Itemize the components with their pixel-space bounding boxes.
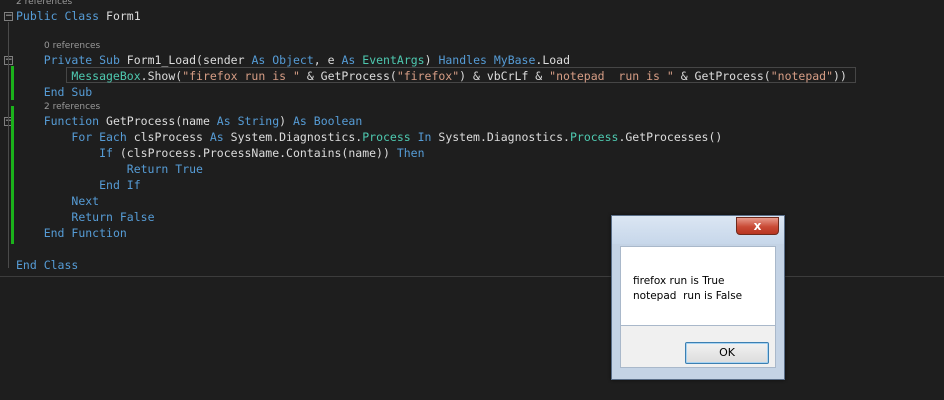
identifier: Form1_Load(sender [119,53,252,67]
text: , e [313,53,342,67]
text [487,53,494,67]
dialog-message-area: firefox run is True notepad run is False [620,246,776,326]
keyword: As [209,130,224,144]
text: ) & vbCrLf & [459,69,550,83]
change-indicator [11,106,14,244]
code-line-return-true[interactable]: Return True [16,161,203,177]
text: )) [833,69,847,83]
code-line-end-sub[interactable]: End Sub [16,84,92,100]
string-literal: "notepad run is " [549,69,674,83]
message-box-dialog: x firefox run is True notepad run is Fal… [611,215,785,380]
divider [0,276,944,277]
code-line-sub[interactable]: Private Sub Form1_Load(sender As Object,… [16,52,570,68]
keyword: Public Class [16,9,100,23]
keyword: End Function [43,226,127,240]
keyword: As [216,114,231,128]
code-line-next[interactable]: Next [16,193,99,209]
text [113,210,120,224]
text [307,114,314,128]
string-literal: "firefox run is " [182,69,300,83]
type-name: MessageBox [71,69,141,83]
keyword: Return [126,162,169,176]
keyword: If [99,146,113,160]
text: & GetProcess( [299,69,397,83]
keyword: String [237,114,280,128]
code-line-return-false[interactable]: Return False [16,209,155,225]
dialog-title-bar[interactable]: x [612,216,784,244]
identifier: GetProcess(name [99,114,217,128]
text [411,130,418,144]
keyword: End Sub [43,85,93,99]
text: clsProcess [126,130,210,144]
keyword: Boolean [313,114,363,128]
outline-guide [8,22,9,268]
keyword: Return [71,210,113,224]
keyword: Object [272,53,314,67]
keyword: As [341,53,356,67]
text: (clsProcess.ProcessName.Contains(name)) [112,146,397,160]
type-name: EventArgs [362,53,425,67]
ok-button[interactable]: OK [685,342,769,364]
text: & GetProcess( [673,69,771,83]
message-line-1: firefox run is True [633,275,725,287]
code-line-messagebox[interactable]: MessageBox.Show("firefox run is " & GetP… [16,68,847,84]
keyword: End If [99,178,141,192]
close-icon: x [753,219,762,233]
text: .Show( [140,69,183,83]
text: ) [279,114,293,128]
string-literal: "firefox" [396,69,460,83]
keyword: True [175,162,203,176]
keyword: End Class [16,258,79,272]
outline-guide [8,66,9,96]
string-literal: "notepad" [770,69,834,83]
keyword: MyBase [493,53,536,67]
text: ) [424,53,439,67]
keyword: Handles [438,53,487,67]
collapse-class-icon[interactable]: − [4,12,13,21]
keyword: Then [396,146,425,160]
code-line-class[interactable]: Public Class Form1 [16,8,141,24]
keyword: In [417,130,432,144]
change-indicator [11,66,14,100]
identifier: Form1 [99,9,141,23]
code-line-if[interactable]: If (clsProcess.ProcessName.Contains(name… [16,145,425,161]
close-button[interactable]: x [736,217,779,235]
keyword: Next [71,194,100,208]
type-name: Process [362,130,411,144]
text: System.Diagnostics. [223,130,363,144]
keyword: For Each [71,130,127,144]
dialog-button-area: OK [620,326,776,368]
keyword: As [293,114,307,128]
code-line-end-function[interactable]: End Function [16,225,127,241]
code-line-function[interactable]: Function GetProcess(name As String) As B… [16,113,363,129]
keyword: Function [43,114,100,128]
code-line-end-class[interactable]: End Class [16,257,78,273]
keyword: Private Sub [43,53,120,67]
code-editor[interactable]: − − − 2 references 0 references 2 refere… [0,0,944,400]
code-line-for-each[interactable]: For Each clsProcess As System.Diagnostic… [16,129,722,145]
code-line-end-if[interactable]: End If [16,177,141,193]
keyword: False [119,210,155,224]
keyword: As [251,53,266,67]
message-line-2: notepad run is False [633,290,743,302]
text [231,114,238,128]
text: .Load [535,53,571,67]
text: .GetProcesses() [618,130,723,144]
text: System.Diagnostics. [431,130,570,144]
type-name: Process [569,130,619,144]
